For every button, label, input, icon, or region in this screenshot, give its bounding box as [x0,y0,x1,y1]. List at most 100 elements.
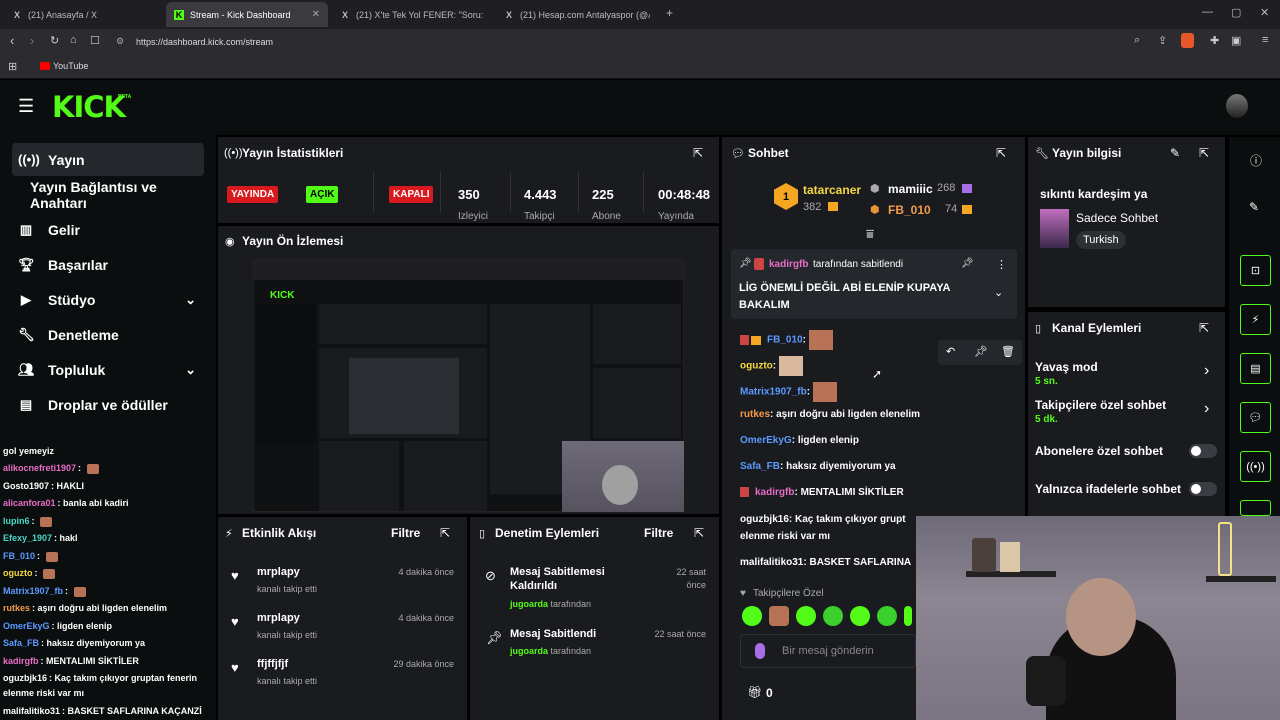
sidebar-item-droplar[interactable]: ▤ Droplar ve ödüller [12,388,204,421]
microphone-icon[interactable] [755,643,765,659]
closed-badge[interactable]: KAPALI [389,186,434,203]
video-icon[interactable] [1240,500,1271,516]
collapse-leaderboard-icon[interactable]: ⩸ [866,226,874,242]
chat-username[interactable]: malifalitiko31 [740,557,803,568]
emote-icon[interactable] [823,606,843,626]
minimize-icon[interactable]: — [1202,6,1213,18]
slow-mode-label[interactable]: Yavaş mod [1035,360,1098,374]
emote-icon [86,463,99,474]
browser-tab-active[interactable]: K Stream - Kick Dashboard ✕ [166,2,328,27]
share-icon[interactable]: ⇪ [1158,34,1167,47]
top-gifter-name[interactable]: tatarcaner [803,183,861,197]
edit-icon[interactable]: ✎ [1249,200,1259,214]
activity-filter-button[interactable]: Filtre [391,526,420,540]
chat-username[interactable]: Safa_FB [740,461,780,472]
moderation-filter-button[interactable]: Filtre [644,526,673,540]
camera-focus-icon[interactable]: ⊡ [1240,255,1271,286]
site-info-icon[interactable]: ⚙ [116,36,124,47]
chat-bubble-icon[interactable]: 💬︎ [1240,402,1271,433]
pin-icon[interactable]: 📌︎ [974,345,988,358]
chevron-right-icon[interactable]: › [1204,400,1209,418]
close-icon[interactable]: ✕ [312,9,320,20]
url-input[interactable]: ⚙ https://dashboard.kick.com/stream [112,32,1192,52]
subs-chat-toggle[interactable] [1189,444,1217,458]
edit-icon[interactable]: ✎ [1170,146,1180,160]
sidebar-item-gelir[interactable]: ▥ Gelir [12,213,204,246]
chat-username[interactable]: rutkes [740,409,770,420]
chat-username[interactable]: oguzto [740,361,773,372]
chat-username[interactable]: Matrix1907_fb [740,387,807,398]
emote-icon[interactable] [850,606,870,626]
emote-icon [73,586,86,597]
info-icon[interactable]: ⓘ [1250,152,1262,169]
avatar[interactable] [1226,94,1248,118]
brave-shield-icon[interactable] [1181,33,1194,48]
expand-icon[interactable]: ⇱ [694,526,704,540]
sidebar-item-denetleme[interactable]: 🔧︎ Denetleme [12,318,204,351]
more-options-icon[interactable]: ⋮ [996,258,1007,271]
chat-username[interactable]: oguzbjk16 [740,514,789,525]
window-close-icon[interactable]: ✕ [1260,6,1269,19]
browser-tab[interactable]: X (21) Hesap.com Antalyaspor (@Antal [496,2,658,27]
chat-username[interactable]: FB_010 [767,335,803,346]
open-badge[interactable]: AÇIK [306,186,339,203]
expand-icon[interactable]: ⇱ [1199,146,1209,160]
followers-chat-label[interactable]: Takipçilere özel sohbet [1035,398,1166,412]
document-icon[interactable]: ▤ [1240,353,1271,384]
emote-icon[interactable] [904,606,912,626]
browser-tab[interactable]: X (21) X'te Tek Yol FENER: "Soru: "49. d [332,2,494,27]
moderation-user[interactable]: jugoarda [510,599,548,609]
bookmark-youtube[interactable]: YouTube [53,61,88,71]
kick-logo[interactable]: KICK [52,90,126,124]
zoom-icon[interactable]: ⌕ [1134,34,1140,47]
sidebar-toggle-icon[interactable]: ▣ [1231,34,1241,47]
sidebar-item-studyo[interactable]: ▶ Stüdyo ⌄ [12,283,204,316]
lightning-icon[interactable]: ⚡︎ [1240,304,1271,335]
emote-icon[interactable] [796,606,816,626]
chevron-down-icon[interactable]: ⌄ [994,286,1003,299]
top-gifter-name[interactable]: mamiiic [888,182,933,196]
emote-chat-toggle[interactable] [1189,482,1217,496]
reply-icon[interactable]: ↶ [946,345,955,358]
top-gifter-name[interactable]: FB_010 [888,203,931,217]
extensions-icon[interactable]: ✚ [1210,34,1219,47]
delete-icon[interactable]: 🗑︎ [1001,345,1015,358]
bookmark-icon[interactable]: ☐ [90,34,100,47]
browser-tab[interactable]: X (21) Anasayfa / X [4,2,164,27]
menu-icon[interactable]: ≡ [1262,34,1268,46]
uptime-value: 00:48:48 [658,187,711,202]
reload-icon[interactable]: ↻ [50,34,59,47]
chat-input[interactable]: Bir mesaj gönderin [740,634,916,668]
category-value[interactable]: Sadece Sohbet [1076,211,1158,225]
hamburger-menu-icon[interactable]: ☰ [18,96,34,117]
top-gifter-count: 74 [945,203,958,215]
sidebar-item-topluluk[interactable]: 👥︎ Topluluk ⌄ [12,353,204,386]
home-icon[interactable]: ⌂ [70,34,77,46]
pin-icon[interactable]: 📌︎ [961,258,974,269]
sidebar-item-yayin[interactable]: ((•)) Yayın [12,143,204,176]
apps-grid-icon[interactable]: ⊞ [8,60,17,73]
chat-username[interactable]: OmerEkyG [740,435,792,446]
back-icon[interactable]: ‹ [10,33,14,48]
emote-icon[interactable] [769,606,789,626]
sidebar-item-basarilar[interactable]: 🏆︎ Başarılar [12,248,204,281]
overlay-chat-line: OmerEkyG: ligden elenip [3,621,113,631]
chevron-right-icon[interactable]: › [1204,362,1209,380]
chat-username[interactable]: kadirgfb [755,487,794,498]
stream-preview-video[interactable]: KICK [253,259,685,512]
broadcast-icon[interactable]: ((•)) [1240,451,1271,482]
sidebar-item-label: Denetleme [48,326,119,343]
emote-icon[interactable] [742,606,762,626]
expand-icon[interactable]: ⇱ [996,146,1006,160]
expand-icon[interactable]: ⇱ [440,526,450,540]
sidebar-item-stream-key[interactable]: Yayın Bağlantısı ve Anahtarı [24,178,216,211]
emote-icon[interactable] [877,606,897,626]
maximize-icon[interactable]: ▢ [1231,6,1241,19]
pinned-by-user[interactable]: kadirgfb [769,259,808,270]
gift-icon[interactable]: 🎁︎ [747,685,762,699]
moderation-user[interactable]: jugoarda [510,646,548,656]
expand-icon[interactable]: ⇱ [1199,321,1209,335]
expand-icon[interactable]: ⇱ [693,146,703,160]
new-tab-icon[interactable]: + [666,6,673,20]
forward-icon[interactable]: › [30,33,34,48]
